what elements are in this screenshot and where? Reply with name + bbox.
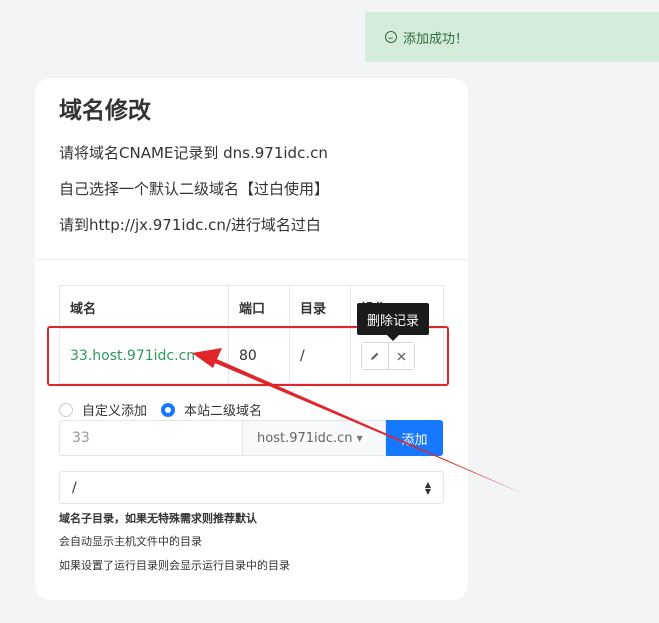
subdomain-prefix-input[interactable]: 33	[59, 420, 243, 456]
card-header: 域名修改 请将域名CNAME记录到 dns.971idc.cn 自己选择一个默认…	[35, 78, 468, 260]
info-whitelist: 请到http://jx.971idc.cn/进行域名过白	[59, 216, 321, 234]
domain-suffix-select[interactable]: host.971idc.cn ▼	[243, 420, 386, 456]
success-toast: 添加成功！	[365, 12, 659, 62]
help-strong-text: 域名子目录，如果无特殊需求则推荐默认	[59, 512, 257, 525]
help-line-1: 会自动显示主机文件中的目录	[59, 535, 202, 548]
help-line-2: 如果设置了运行目录则会显示运行目录中的目录	[59, 559, 290, 572]
info-cname: 请将域名CNAME记录到 dns.971idc.cn	[59, 144, 328, 162]
domain-suffix-value: host.971idc.cn	[257, 430, 353, 446]
domain-edit-card: 域名修改 请将域名CNAME记录到 dns.971idc.cn 自己选择一个默认…	[35, 78, 468, 600]
radio-custom[interactable]: 自定义添加	[59, 400, 147, 419]
subdomain-input-row: 33 host.971idc.cn ▼ 添加	[59, 420, 443, 456]
sort-updown-icon: ▲ ▼	[424, 479, 431, 496]
toast-text: 添加成功！	[403, 31, 469, 47]
add-mode-radio-group: 自定义添加 本站二级域名	[59, 400, 276, 419]
col-port: 端口	[228, 285, 290, 329]
radio-site-subdomain-label: 本站二级域名	[184, 404, 263, 419]
caret-down-icon: ▼	[356, 433, 363, 443]
info-subdomain: 自己选择一个默认二级域名【过白使用】	[59, 180, 330, 198]
page-title: 域名修改	[59, 98, 151, 124]
radio-custom-label: 自定义添加	[82, 404, 148, 419]
directory-value: /	[72, 479, 77, 496]
directory-select[interactable]: / ▲ ▼	[59, 471, 444, 504]
col-domain: 域名	[59, 285, 229, 329]
radio-site-subdomain[interactable]: 本站二级域名	[161, 400, 262, 419]
col-dir: 目录	[289, 285, 351, 329]
delete-tooltip: 删除记录	[357, 303, 429, 341]
radio-site-subdomain-dot	[161, 402, 176, 417]
radio-custom-dot	[59, 402, 73, 417]
smile-icon	[385, 31, 397, 43]
add-button[interactable]: 添加	[386, 420, 443, 456]
